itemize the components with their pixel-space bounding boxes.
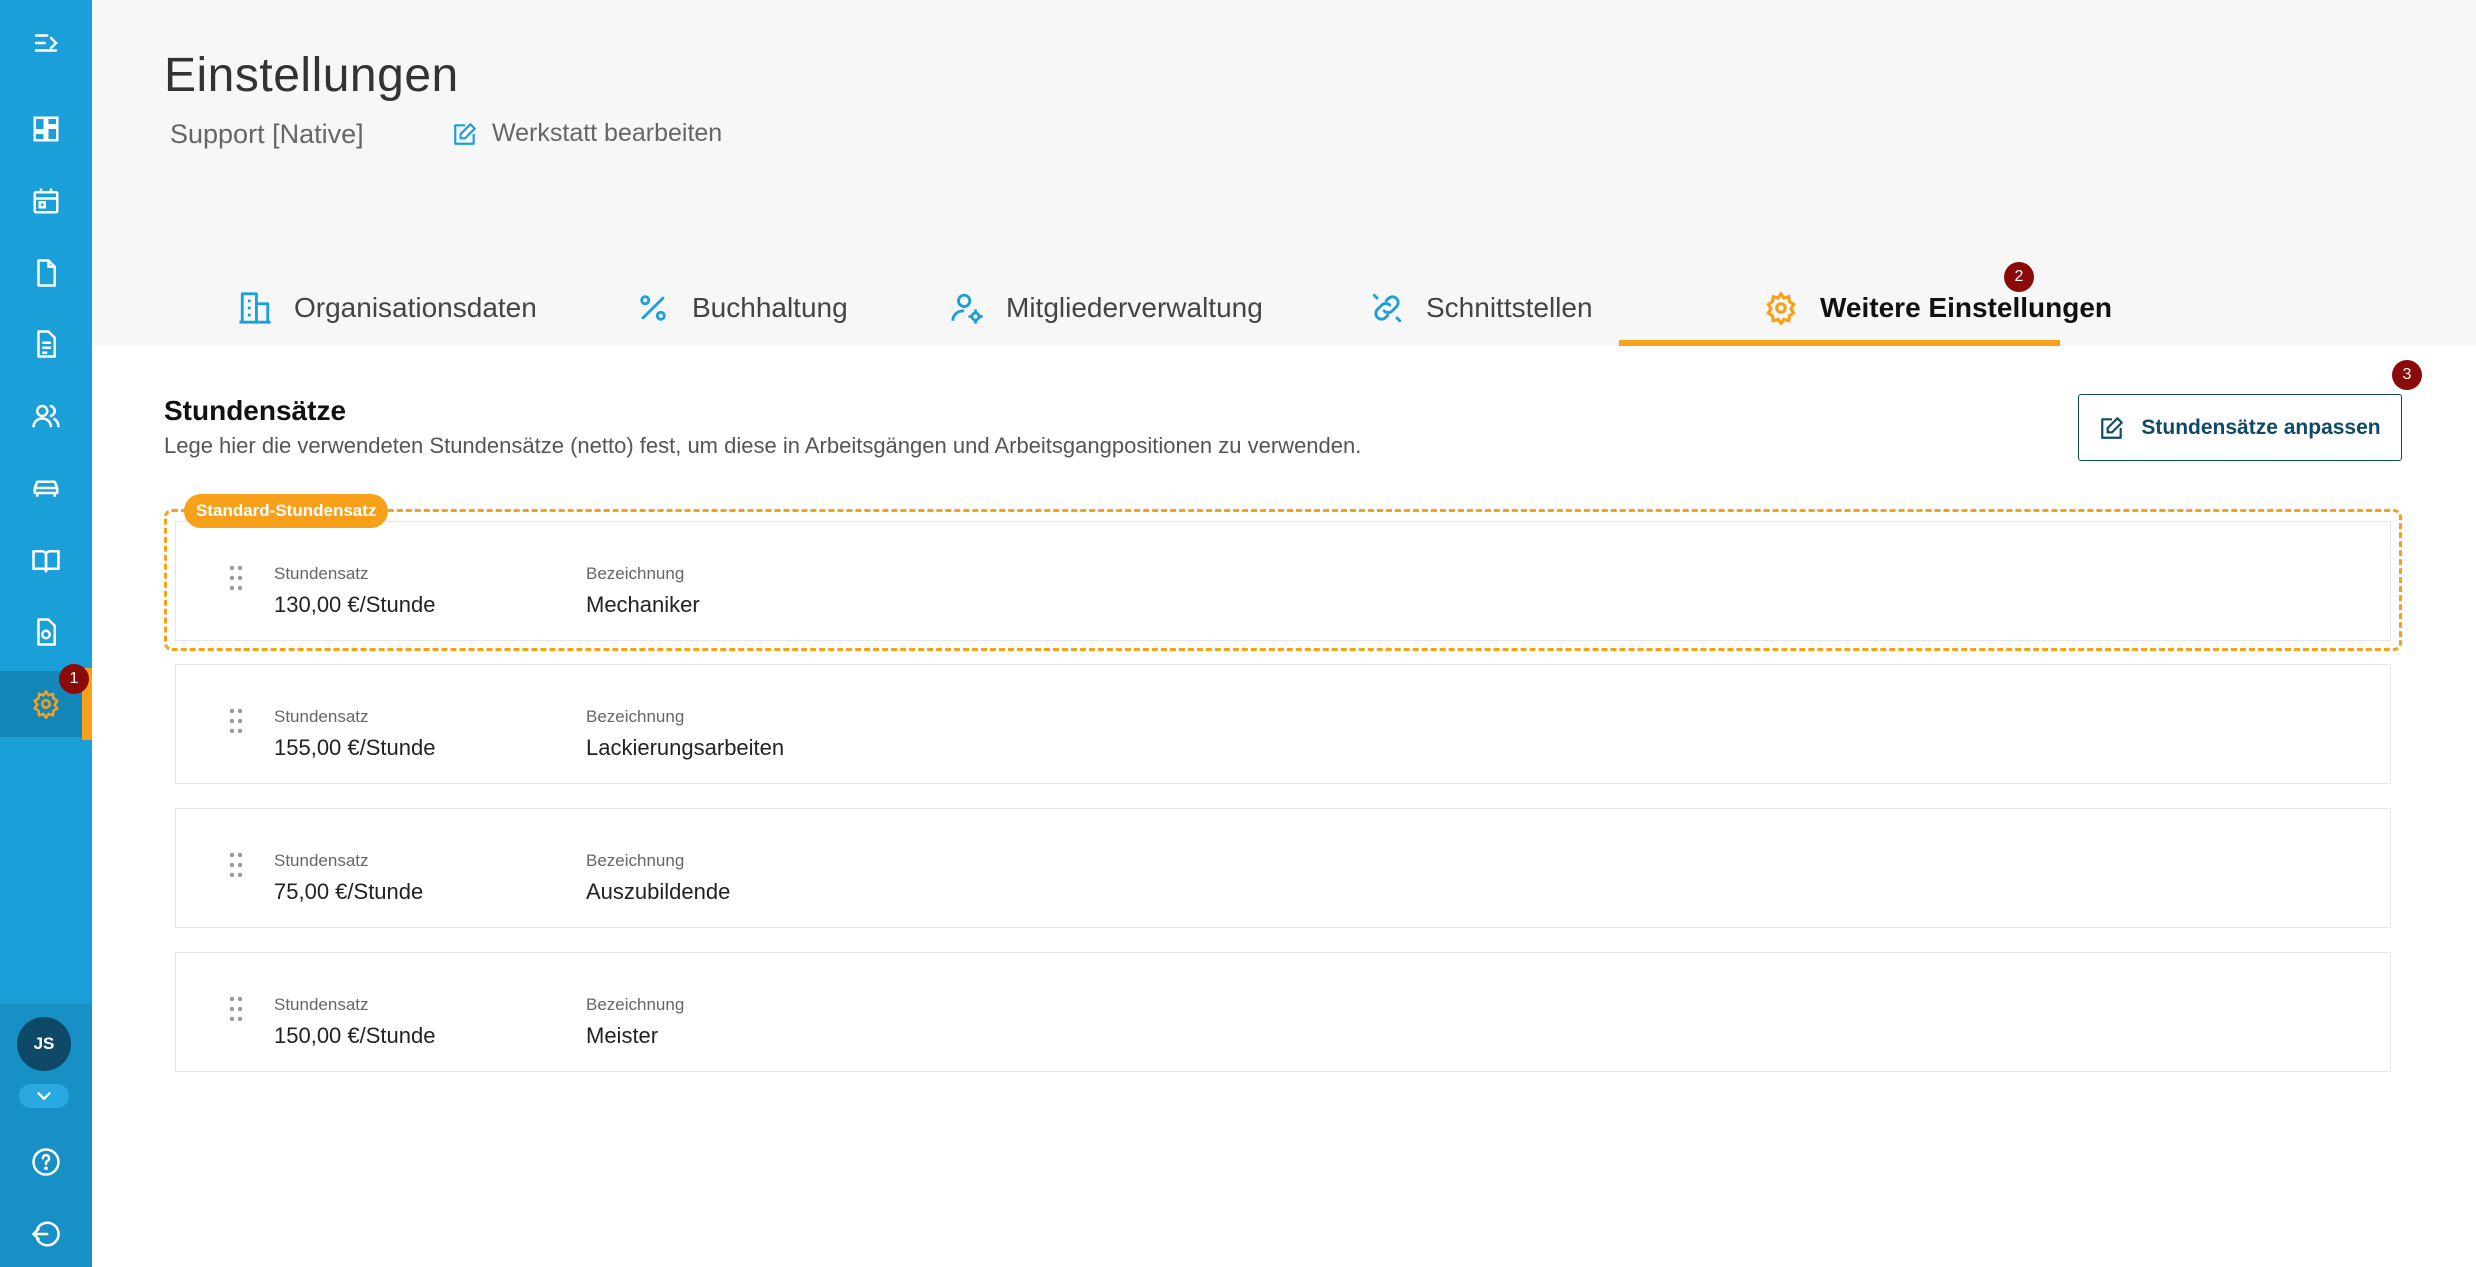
annotation-badge-3: 3 xyxy=(2392,360,2422,390)
rate-label: Stundensatz xyxy=(274,707,369,726)
tab-schnittstellen[interactable]: Schnittstellen xyxy=(1344,270,1623,346)
tab-label: Weitere Einstellungen xyxy=(1820,292,2112,323)
section-title: Stundensätze xyxy=(164,395,347,426)
help-icon[interactable] xyxy=(0,1129,92,1195)
name-value: Meister xyxy=(586,1023,659,1048)
edit-icon xyxy=(454,122,476,145)
name-value: Auszubildende xyxy=(586,879,731,904)
rate-value: 155,00 €/Stunde xyxy=(274,735,436,760)
avatar[interactable]: JS xyxy=(17,1017,71,1071)
logout-icon[interactable] xyxy=(0,1201,92,1267)
tab-buchhaltung[interactable]: Buchhaltung xyxy=(610,270,878,346)
workshop-name: Support [Native] xyxy=(170,119,364,149)
default-rate-tag: Standard-Stundensatz xyxy=(184,494,389,528)
tab-label: Organisationsdaten xyxy=(294,292,537,323)
drag-handle-icon[interactable] xyxy=(228,995,244,1023)
edit-icon xyxy=(2101,416,2124,439)
annotation-badge-1: 1 xyxy=(59,664,89,694)
rate-label: Stundensatz xyxy=(274,995,369,1014)
page-title: Einstellungen xyxy=(164,49,459,102)
menu-expand-icon[interactable] xyxy=(0,10,92,76)
name-value: Lackierungsarbeiten xyxy=(586,735,785,760)
tab-label: Schnittstellen xyxy=(1426,292,1593,323)
rate-label: Stundensatz xyxy=(274,851,369,870)
chevron-down-icon xyxy=(37,1092,51,1101)
rate-card: Stundensatz 75,00 €/Stunde Bezeichnung A… xyxy=(175,808,2391,928)
tab-label: Buchhaltung xyxy=(692,292,848,323)
tab-weitere-einstellungen[interactable]: Weitere Einstellungen xyxy=(1738,270,2142,346)
annotation-badge-2: 2 xyxy=(2004,262,2034,292)
building-icon xyxy=(239,292,271,324)
link-icon xyxy=(1372,293,1402,323)
document-icon[interactable] xyxy=(0,240,92,306)
customers-icon[interactable] xyxy=(0,383,92,449)
default-rate-frame xyxy=(164,509,2402,651)
tab-mitgliederverwaltung[interactable]: Mitgliederverwaltung xyxy=(924,270,1293,346)
calendar-icon[interactable] xyxy=(0,168,92,234)
gear-icon xyxy=(1766,291,1796,325)
section-description: Lege hier die verwendeten Stundensätze (… xyxy=(164,433,1362,458)
drag-handle-icon[interactable] xyxy=(228,851,244,879)
page-header: Einstellungen Support [Native] Werkstatt… xyxy=(92,0,2476,346)
sidebar: JS xyxy=(0,0,92,1267)
invoice-icon[interactable] xyxy=(0,311,92,377)
dashboard-icon[interactable] xyxy=(0,96,92,162)
rate-value: 150,00 €/Stunde xyxy=(274,1023,436,1048)
user-menu-toggle[interactable] xyxy=(19,1084,69,1108)
percent-icon xyxy=(640,295,666,321)
user-gear-icon xyxy=(951,293,983,324)
adjust-hourly-rates-button[interactable]: Stundensätze anpassen xyxy=(2078,394,2402,461)
book-icon[interactable] xyxy=(0,527,92,593)
tab-label: Mitgliederverwaltung xyxy=(1006,292,1263,323)
rate-card: Stundensatz 155,00 €/Stunde Bezeichnung … xyxy=(175,664,2391,784)
drag-handle-icon[interactable] xyxy=(228,707,244,735)
rate-value: 75,00 €/Stunde xyxy=(274,879,424,904)
edit-workshop-link[interactable]: Werkstatt bearbeiten xyxy=(452,119,722,148)
tab-organisationsdaten[interactable]: Organisationsdaten xyxy=(212,270,567,346)
car-icon[interactable] xyxy=(0,455,92,521)
name-label: Bezeichnung xyxy=(586,851,685,870)
file-check-icon[interactable] xyxy=(0,599,92,665)
active-tab-indicator xyxy=(1619,340,2060,346)
name-label: Bezeichnung xyxy=(586,707,685,726)
rate-card: Stundensatz 150,00 €/Stunde Bezeichnung … xyxy=(175,952,2391,1072)
adjust-button-label: Stundensätze anpassen xyxy=(2141,415,2381,439)
name-label: Bezeichnung xyxy=(586,995,685,1014)
edit-workshop-label: Werkstatt bearbeiten xyxy=(492,119,723,147)
